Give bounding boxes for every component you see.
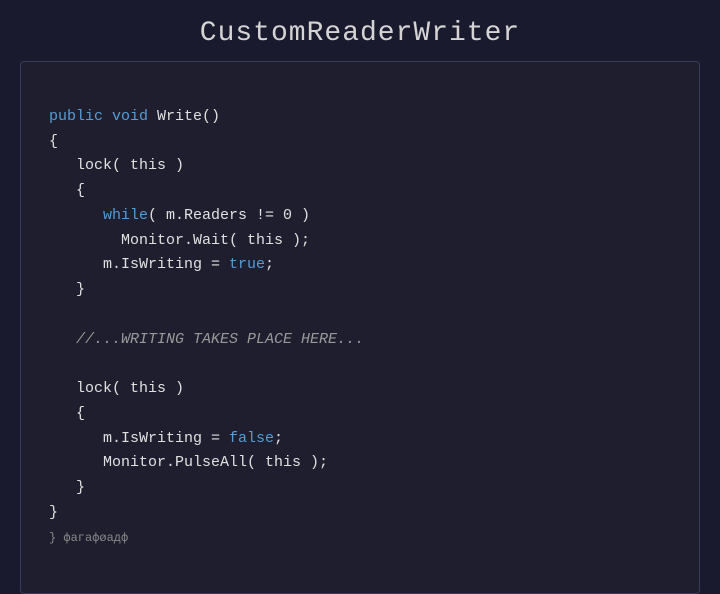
line-3: lock( this ): [49, 157, 184, 174]
page-title: CustomReaderWriter: [200, 18, 520, 49]
line-2: {: [49, 133, 58, 150]
line-11: m.IsWriting = false;: [49, 430, 283, 447]
line-comment: //...WRITING TAKES PLACE HERE...: [49, 331, 364, 348]
line-1: public void Write(): [49, 108, 220, 125]
title-area: CustomReaderWriter: [0, 0, 720, 61]
line-label: } фагафøадф: [49, 531, 128, 545]
line-13: }: [49, 479, 85, 496]
code-block: public void Write() { lock( this ) { whi…: [49, 80, 671, 575]
line-12: Monitor.PulseAll( this );: [49, 454, 328, 471]
code-container: public void Write() { lock( this ) { whi…: [20, 61, 700, 594]
line-9: lock( this ): [49, 380, 184, 397]
line-7: m.IsWriting = true;: [49, 256, 274, 273]
line-10: {: [49, 405, 85, 422]
line-4: {: [49, 182, 85, 199]
line-14: }: [49, 504, 58, 521]
line-6: Monitor.Wait( this );: [49, 232, 310, 249]
line-8: }: [49, 281, 85, 298]
line-5: while( m.Readers != 0 ): [49, 207, 310, 224]
